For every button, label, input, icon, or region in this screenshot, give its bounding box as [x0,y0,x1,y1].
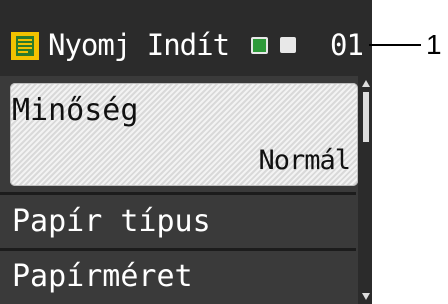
status-title: Nyomj Indít [48,28,230,62]
callout-number: 1 [426,29,442,60]
status-bar: Nyomj Indít 01 [0,0,372,76]
menu-item-paper-type[interactable]: Papír típus [0,196,356,248]
document-icon [11,32,39,60]
scroll-down-arrow-icon[interactable] [362,293,370,300]
menu-item-label: Papír típus [12,204,211,239]
menu-item-label: Minőség [12,93,139,128]
copy-counter: 01 [330,28,364,62]
callout-line [369,44,421,46]
menu-item-label: Papírméret [12,259,193,294]
divider [0,192,356,195]
menu-item-paper-size[interactable]: Papírméret [0,251,356,304]
scroll-up-arrow-icon[interactable] [362,80,370,87]
scrollbar-thumb[interactable] [363,92,369,142]
menu-item-value: Normál [258,145,351,176]
menu-item-quality[interactable]: Minőség Normál [10,83,358,186]
lcd-screen: Nyomj Indít 01 Minőség Normál Papír típu… [0,0,372,304]
white-indicator [280,37,296,53]
green-indicator [251,37,268,54]
